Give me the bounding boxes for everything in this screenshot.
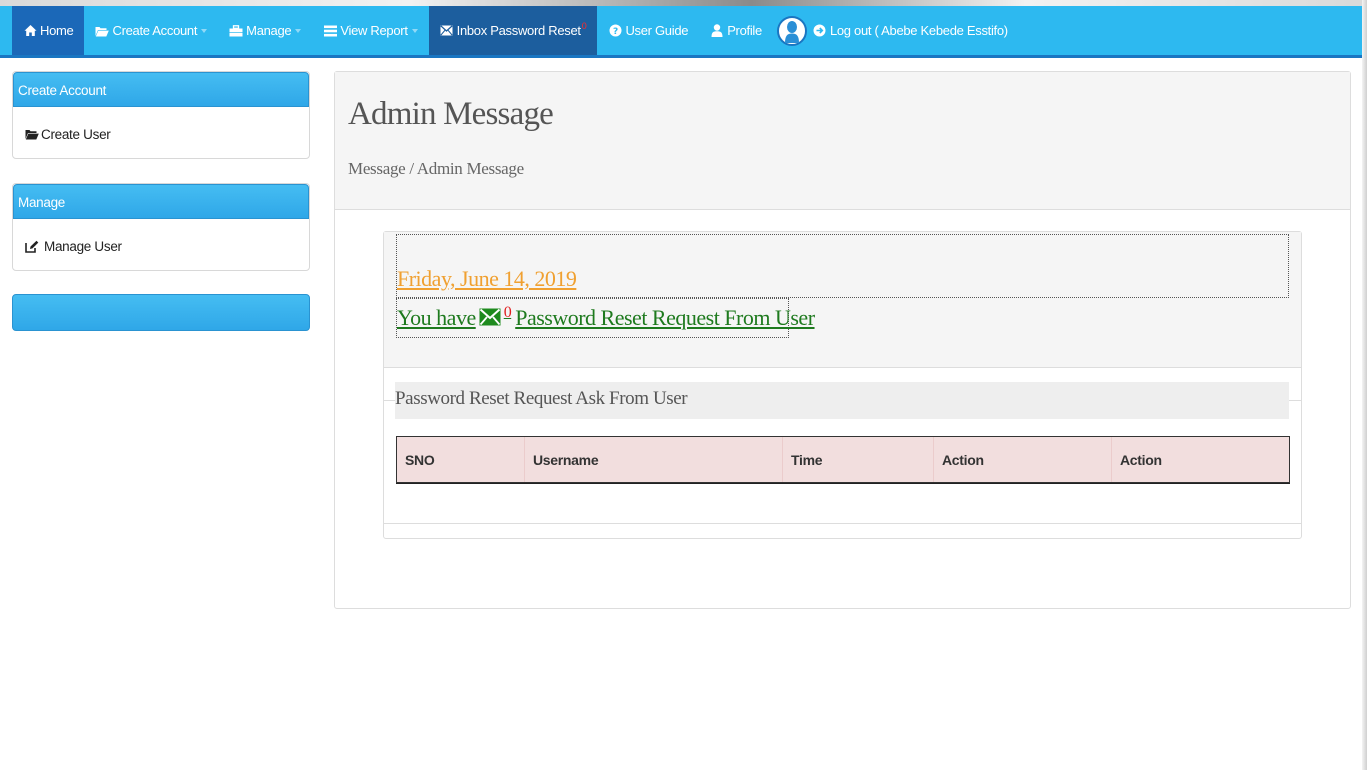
- top-navbar: Home Create Account Manage View Report I…: [0, 6, 1362, 58]
- question-circle-icon: ?: [608, 24, 622, 38]
- message-card-header: Friday, June 14, 2019 You have 0 Passwor…: [384, 232, 1301, 368]
- main-panel: Admin Message Message / Admin Message Fr…: [334, 71, 1351, 609]
- column-header-action: Action: [934, 437, 1112, 482]
- nav-view-report-label: View Report: [340, 23, 408, 38]
- sidebar-panel-empty: [12, 294, 310, 331]
- sidebar-panel-heading: Manage: [13, 184, 309, 219]
- folder-open-icon: [25, 128, 39, 141]
- nav-home[interactable]: Home: [12, 6, 85, 55]
- column-header-username: Username: [525, 437, 783, 482]
- edit-icon: [25, 240, 39, 253]
- window-right-edge: [1362, 0, 1367, 770]
- envelope-icon: [479, 306, 501, 326]
- nav-logout[interactable]: Log out ( Abebe Kebede Esstifo): [811, 6, 1019, 55]
- requests-section: Password Reset Request Ask From User SNO…: [384, 368, 1301, 523]
- caret-down-icon: [411, 28, 418, 33]
- sidebar-item-create-user[interactable]: Create User: [13, 107, 309, 158]
- sidebar-panel-heading: Create Account: [13, 72, 309, 107]
- nav-user-guide-label: User Guide: [625, 23, 689, 38]
- date-link[interactable]: Friday, June 14, 2019: [397, 266, 577, 292]
- column-header-time: Time: [783, 437, 934, 482]
- nav-profile[interactable]: Profile: [699, 6, 773, 55]
- home-icon: [23, 24, 37, 38]
- nav-inbox-password-reset[interactable]: Inbox Password Reset 0: [428, 6, 598, 55]
- svg-text:?: ?: [613, 27, 618, 37]
- page-title: Admin Message: [348, 96, 554, 132]
- avatar-silhouette-icon: [784, 20, 799, 43]
- sidebar-panel-create-account: Create Account Create User: [12, 71, 310, 159]
- message-suffix: Password Reset Request From User: [515, 305, 815, 330]
- nav-inbox-label: Inbox Password Reset: [456, 23, 581, 38]
- section-title: Password Reset Request Ask From User: [395, 382, 1289, 419]
- inbox-count-badge: 0: [581, 20, 587, 31]
- message-count-badge: 0: [503, 304, 512, 321]
- nav-user-guide[interactable]: ? User Guide: [597, 6, 699, 55]
- requests-table-header: SNO Username Time Action Action: [396, 436, 1290, 483]
- list-icon: [323, 24, 337, 38]
- envelope-icon: [440, 24, 454, 38]
- password-reset-message-link[interactable]: You have 0 Password Reset Request From U…: [397, 304, 815, 331]
- nav-create-account-label: Create Account: [112, 23, 198, 38]
- sidebar-item-label: Manage User: [44, 238, 122, 254]
- caret-down-icon: [201, 28, 208, 33]
- nav-view-report[interactable]: View Report: [312, 6, 428, 55]
- nav-profile-label: Profile: [727, 23, 762, 38]
- page-header: Admin Message Message / Admin Message: [335, 72, 1350, 210]
- sidebar-item-manage-user[interactable]: Manage User: [13, 219, 309, 270]
- breadcrumb: Message / Admin Message: [348, 159, 524, 178]
- column-header-sno: SNO: [397, 437, 525, 482]
- briefcase-icon: [229, 24, 243, 38]
- nav-home-label: Home: [40, 23, 74, 38]
- nav-manage[interactable]: Manage: [218, 6, 312, 55]
- caret-down-icon: [295, 28, 302, 33]
- message-prefix: You have: [397, 305, 476, 330]
- logout-icon: [813, 24, 827, 38]
- nav-create-account[interactable]: Create Account: [84, 6, 218, 55]
- card-footer-divider: [384, 523, 1301, 524]
- message-card: Friday, June 14, 2019 You have 0 Passwor…: [383, 231, 1302, 539]
- sidebar-panel-manage: Manage Manage User: [12, 183, 310, 271]
- user-avatar[interactable]: [776, 15, 807, 46]
- sidebar-item-label: Create User: [41, 126, 111, 142]
- folder-open-icon: [95, 24, 110, 38]
- column-header-action-2: Action: [1120, 452, 1162, 468]
- nav-manage-label: Manage: [246, 23, 292, 38]
- nav-logout-label: Log out ( Abebe Kebede Esstifo): [829, 23, 1008, 38]
- user-icon: [710, 24, 724, 38]
